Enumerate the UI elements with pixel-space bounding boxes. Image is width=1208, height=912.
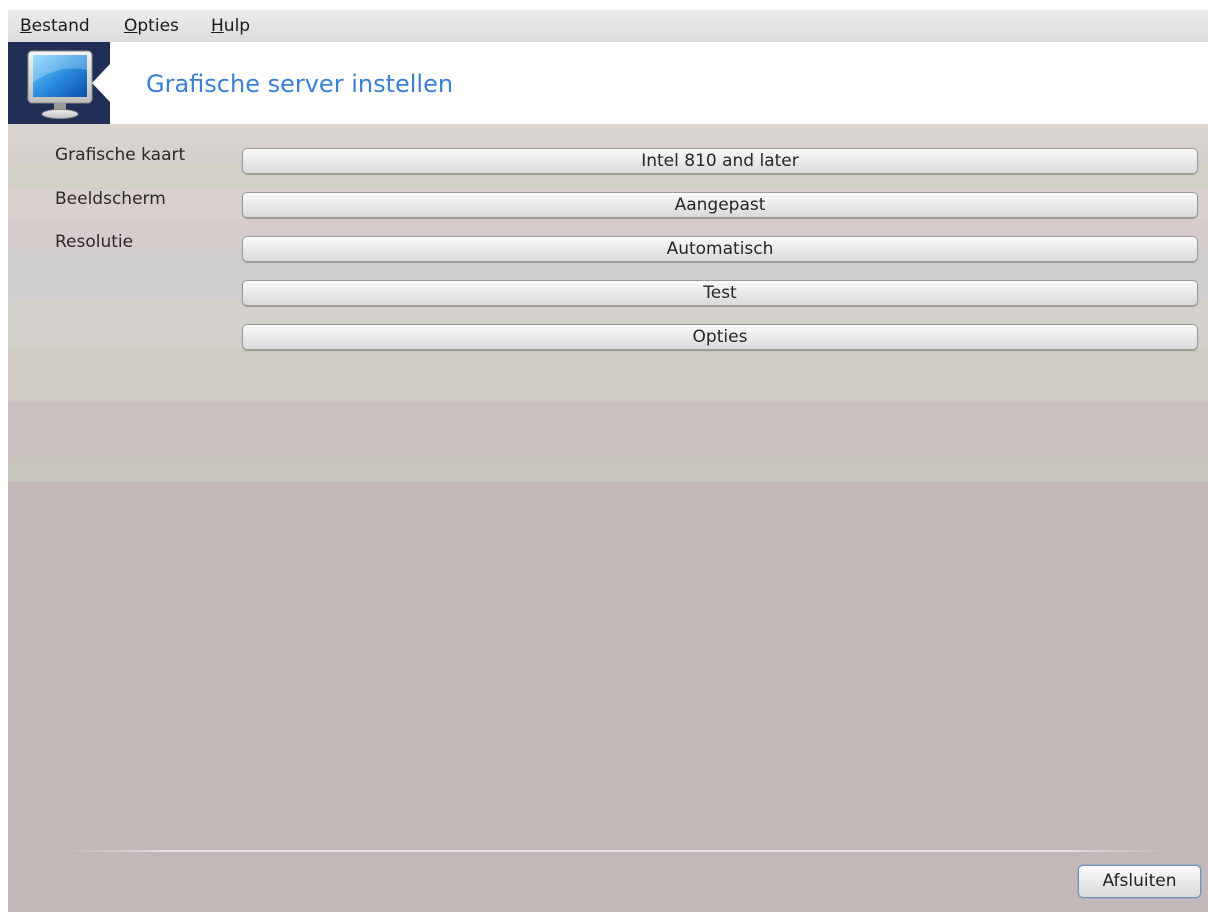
- menu-bestand[interactable]: Bestand: [20, 16, 90, 36]
- menu-opties[interactable]: Opties: [124, 16, 179, 36]
- menu-hulp-mnemonic: H: [211, 16, 224, 36]
- bg-band: [8, 458, 1208, 482]
- resolution-button[interactable]: Automatisch: [242, 236, 1198, 262]
- resolution-label: Resolutie: [55, 232, 134, 252]
- options-button[interactable]: Opties: [242, 324, 1198, 350]
- bg-band: [8, 349, 1208, 401]
- graphics-card-button[interactable]: Intel 810 and later: [242, 148, 1198, 174]
- menu-hulp-label: ulp: [223, 16, 251, 36]
- menu-opties-mnemonic: O: [124, 16, 138, 36]
- menu-opties-label: pties: [137, 16, 179, 36]
- header-banner: Grafische server instellen: [8, 42, 1208, 125]
- bg-band: [8, 401, 1208, 458]
- header-arrow: [92, 64, 110, 102]
- menubar: Bestand Opties Hulp: [8, 10, 1208, 43]
- graphics-card-label: Grafische kaart: [55, 145, 186, 165]
- quit-button[interactable]: Afsluiten: [1078, 865, 1201, 898]
- monitor-button[interactable]: Aangepast: [242, 192, 1198, 218]
- menu-hulp[interactable]: Hulp: [211, 16, 250, 36]
- monitor-label: Beeldscherm: [55, 189, 166, 209]
- footer-separator: [66, 850, 1166, 852]
- page-title: Grafische server instellen: [146, 70, 454, 98]
- test-button[interactable]: Test: [242, 280, 1198, 306]
- menu-bestand-mnemonic: B: [20, 16, 32, 36]
- app-window: Bestand Opties Hulp Grafische server ins…: [8, 10, 1208, 912]
- menu-bestand-label: estand: [31, 16, 90, 36]
